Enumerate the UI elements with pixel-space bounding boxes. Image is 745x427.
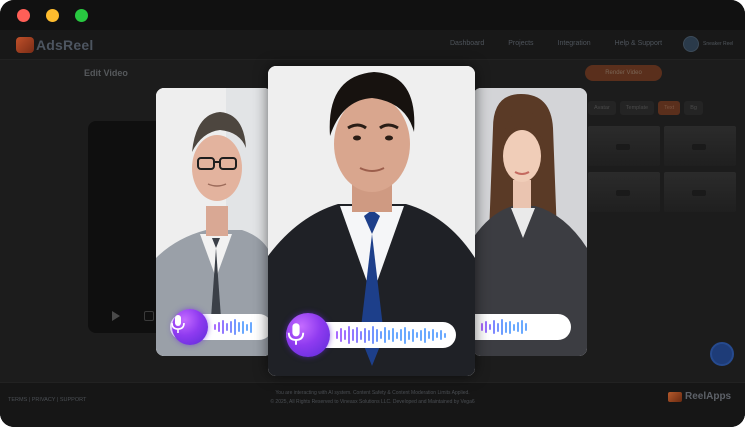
footer-copyright: © 2025, All Rights Reserved to Vineasx S… bbox=[270, 399, 475, 405]
chat-icon[interactable] bbox=[710, 342, 734, 366]
nav-links: Dashboard Projects Integration Help & Su… bbox=[450, 40, 686, 47]
microphone-icon[interactable] bbox=[286, 313, 330, 357]
play-icon[interactable] bbox=[112, 311, 120, 321]
logo-mark-icon bbox=[16, 37, 34, 53]
tab-template[interactable]: Template bbox=[619, 101, 655, 115]
brand-name: ReelApps bbox=[685, 391, 732, 402]
audio-waveform bbox=[336, 325, 446, 345]
thumbnail[interactable] bbox=[588, 126, 660, 166]
page-title: Edit Video bbox=[84, 68, 128, 78]
thumbnail[interactable] bbox=[588, 172, 660, 212]
voice-waveform-bar bbox=[286, 313, 456, 357]
tab-text[interactable]: Text bbox=[658, 101, 681, 115]
footer-brand: ReelApps bbox=[668, 391, 731, 402]
persona-card-right[interactable] bbox=[473, 88, 587, 356]
logo-text: AdsReel bbox=[36, 37, 94, 53]
brand-logo-icon bbox=[668, 391, 682, 402]
render-video-button[interactable]: Render Video bbox=[585, 65, 662, 81]
close-window-button[interactable] bbox=[17, 9, 30, 22]
editor-tabs: Avatar Template Text Bg bbox=[588, 101, 703, 115]
title-bar bbox=[0, 0, 745, 30]
app-window: AdsReel Dashboard Projects Integration H… bbox=[0, 0, 745, 427]
voice-waveform-bar bbox=[473, 314, 571, 340]
nav-integration[interactable]: Integration bbox=[558, 40, 591, 47]
footer-disclaimer: You are interacting with AI system. Cont… bbox=[275, 390, 470, 396]
nav-help-support[interactable]: Help & Support bbox=[615, 40, 662, 47]
avatar bbox=[683, 36, 699, 52]
voice-waveform-bar bbox=[170, 309, 272, 345]
maximize-window-button[interactable] bbox=[75, 9, 88, 22]
persona-card-center[interactable] bbox=[268, 66, 475, 376]
nav-projects[interactable]: Projects bbox=[508, 40, 533, 47]
user-menu[interactable]: Sneaker Reel bbox=[683, 36, 733, 52]
tab-bg[interactable]: Bg bbox=[684, 101, 703, 115]
microphone-icon[interactable] bbox=[171, 309, 208, 345]
top-navigation: AdsReel Dashboard Projects Integration H… bbox=[0, 30, 745, 60]
audio-waveform bbox=[481, 317, 527, 337]
logo[interactable]: AdsReel bbox=[16, 37, 93, 53]
thumbnail[interactable] bbox=[664, 126, 736, 166]
tab-avatar[interactable]: Avatar bbox=[588, 101, 616, 115]
fullscreen-icon[interactable] bbox=[144, 311, 154, 321]
thumbnail[interactable] bbox=[664, 172, 736, 212]
thumbnail-grid bbox=[588, 126, 736, 212]
footer: TERMS | PRIVACY | SUPPORT You are intera… bbox=[0, 382, 745, 427]
user-label: Sneaker Reel bbox=[703, 41, 734, 47]
minimize-window-button[interactable] bbox=[46, 9, 59, 22]
audio-waveform bbox=[214, 317, 252, 337]
persona-card-left[interactable] bbox=[156, 88, 272, 356]
nav-dashboard[interactable]: Dashboard bbox=[450, 40, 484, 47]
